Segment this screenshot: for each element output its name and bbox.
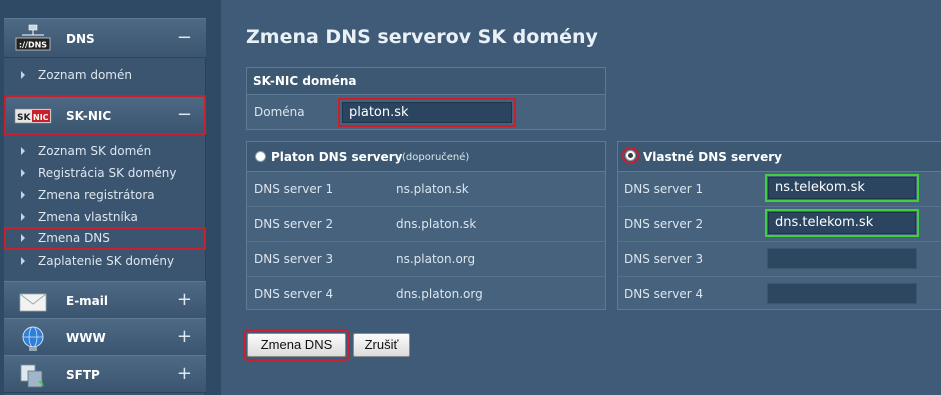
platon-dns-title: Platon DNS servery [271,150,403,164]
cancel-button[interactable]: Zrušiť [353,333,410,357]
row-divider [247,241,605,242]
sidebar-section-title: DNS [66,32,95,46]
recommended-note: (doporučené) [402,152,470,163]
collapse-icon[interactable]: − [177,96,192,134]
globe-icon [14,324,52,354]
platon-dns-value-4: dns.platon.org [396,287,483,301]
sidebar-item-zoznam-domen[interactable]: Zoznam domén [4,64,206,86]
arrow-right-icon [21,71,25,79]
own-dns-radio[interactable] [622,147,639,164]
sidebar-item-label: Zoznam SK domén [38,144,152,158]
row-divider [618,241,941,242]
platon-dns-value-3: ns.platon.org [396,252,476,266]
sidebar-item-label: Registrácia SK domény [38,166,177,180]
svg-text:SK: SK [17,113,31,123]
platon-dns-value-2: dns.platon.sk [396,217,477,231]
sidebar-section-title: SK-NIC [66,109,112,123]
page-title: Zmena DNS serverov SK domény [246,26,598,48]
svg-text:://DNS: ://DNS [19,41,47,50]
platon-dns-label-3: DNS server 3 [254,252,334,266]
platon-dns-radio[interactable] [255,151,266,162]
sidebar-item-zoznam-sk-domen[interactable]: Zoznam SK domén [4,140,206,162]
sidebar-section-sftp[interactable]: SFTP + [4,355,206,393]
sidebar-item-label: Zmena registrátora [38,188,155,202]
arrow-right-icon [21,169,25,177]
arrow-right-icon [21,191,25,199]
sidebar-item-zmena-dns[interactable]: Zmena DNS [4,227,206,250]
arrow-right-icon [21,234,25,242]
row-divider [618,276,941,277]
collapse-icon[interactable]: − [177,19,192,57]
own-dns-field-1[interactable]: ns.telekom.sk [765,174,919,202]
own-dns-field-2[interactable]: dns.telekom.sk [765,209,919,237]
arrow-right-icon [21,257,25,265]
sidebar-item-label: Zoznam domén [38,68,132,82]
sidebar-section-dns[interactable]: ://DNS DNS − [4,18,206,58]
domain-label: Doména [254,105,305,119]
dns-icon: ://DNS [14,24,52,54]
expand-icon[interactable]: + [177,282,192,318]
domain-box-header: SK-NIC doména [247,68,605,95]
platon-dns-label-4: DNS server 4 [254,287,334,301]
row-divider [618,206,941,207]
sidebar-item-label: Zaplatenie SK domény [38,254,175,268]
row-divider [247,206,605,207]
sidebar-section-title: WWW [66,331,106,345]
sidebar-item-registracia[interactable]: Registrácia SK domény [4,162,206,184]
sidebar-item-zmena-vlastnika[interactable]: Zmena vlastníka [4,206,206,228]
own-dns-label-3: DNS server 3 [624,252,704,266]
zmena-dns-button[interactable]: Zmena DNS [243,329,350,361]
own-dns-label-2: DNS server 2 [624,217,704,231]
own-dns-field-4[interactable] [767,283,917,304]
sidebar-item-zaplatenie[interactable]: Zaplatenie SK domény [4,250,206,272]
sftp-icon [14,361,52,391]
arrow-right-icon [21,147,25,155]
sidebar-section-sknic[interactable]: SK NIC SK-NIC − [4,95,206,135]
expand-icon[interactable]: + [177,319,192,355]
svg-text:NIC: NIC [33,113,49,122]
sidebar-item-label: Zmena vlastníka [38,210,138,224]
sidebar-section-title: E-mail [66,294,109,308]
sidebar-item-label: Zmena DNS [38,231,110,245]
own-dns-header: Vlastné DNS servery [618,142,941,172]
sidebar-section-title: SFTP [66,368,100,382]
platon-dns-header: Platon DNS servery (doporučené) [247,142,605,172]
platon-dns-box: Platon DNS servery (doporučené) DNS serv… [246,141,606,310]
row-divider [247,276,605,277]
platon-dns-value-1: ns.platon.sk [396,182,469,196]
platon-dns-label-2: DNS server 2 [254,217,334,231]
envelope-icon [14,287,52,317]
expand-icon[interactable]: + [177,356,192,392]
own-dns-field-3[interactable] [767,248,917,269]
sidebar-section-email[interactable]: E-mail + [4,281,206,319]
arrow-right-icon [21,213,25,221]
platon-dns-label-1: DNS server 1 [254,182,334,196]
domain-field[interactable]: platon.sk [338,98,516,127]
sidebar-section-www[interactable]: WWW + [4,318,206,356]
own-dns-title: Vlastné DNS servery [643,150,782,164]
sknic-icon: SK NIC [14,101,52,131]
own-dns-label-1: DNS server 1 [624,182,704,196]
own-dns-label-4: DNS server 4 [624,287,704,301]
sidebar-item-zmena-registratora[interactable]: Zmena registrátora [4,184,206,206]
